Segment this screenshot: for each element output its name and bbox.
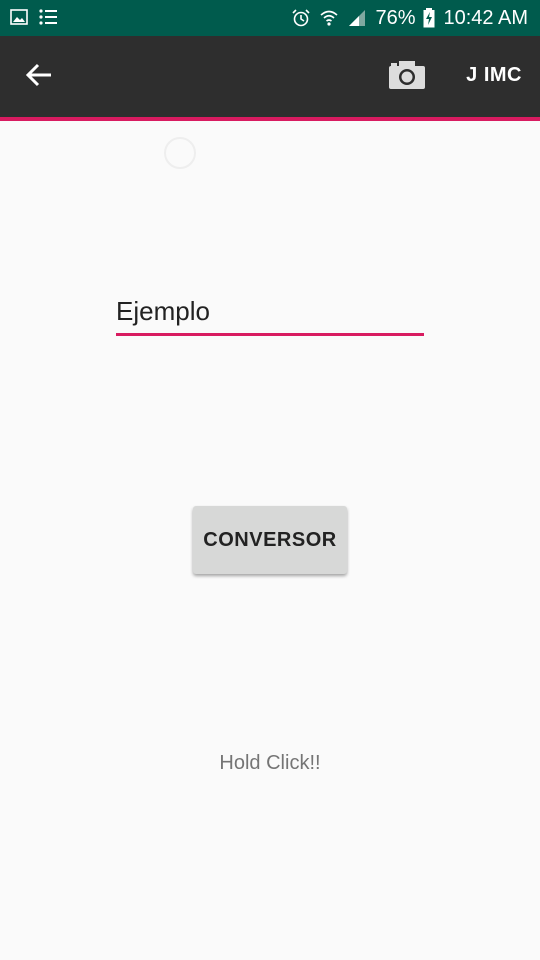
signal-icon [347, 8, 367, 28]
app-bar-accent-line [0, 117, 540, 121]
hold-click-hint: Hold Click!! [219, 752, 321, 774]
example-input[interactable] [116, 292, 424, 327]
status-right-icons: 76% 10:42 AM [291, 0, 528, 36]
camera-button[interactable] [384, 56, 430, 98]
clock-text: 10:42 AM [443, 6, 528, 29]
conversor-button[interactable]: CONVERSOR [193, 506, 347, 574]
loading-spinner [164, 137, 196, 169]
back-button[interactable] [18, 56, 60, 98]
battery-charging-icon [423, 8, 435, 28]
status-bar: 76% 10:42 AM [0, 0, 540, 36]
camera-icon [388, 60, 426, 95]
wifi-icon [319, 8, 339, 28]
list-icon [38, 8, 58, 26]
image-icon [10, 8, 28, 26]
text-input-field[interactable] [116, 292, 424, 336]
alarm-icon [291, 8, 311, 28]
app-bar: J IMC [0, 36, 540, 117]
arrow-back-icon [25, 61, 53, 94]
battery-text: 76% [375, 6, 416, 29]
imc-menu-action[interactable]: J IMC [466, 64, 522, 87]
status-left-icons [10, 8, 58, 26]
